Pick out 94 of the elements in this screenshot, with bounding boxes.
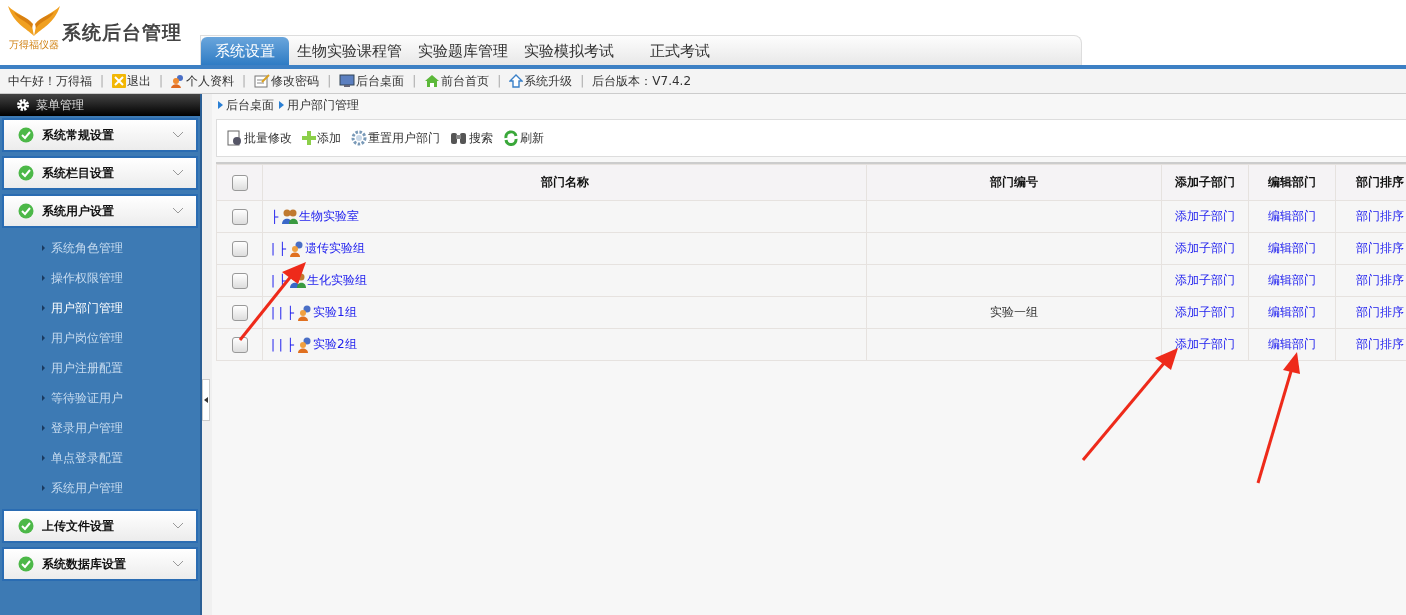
sidebar-title: 菜单管理 [36,96,84,114]
menu-group[interactable]: 系统栏目设置 [2,156,198,190]
separator: | [100,74,105,88]
action-button[interactable]: 批量修改 [227,129,292,147]
toolbar-link[interactable]: 后台桌面 [339,72,405,90]
refresh-icon [503,130,519,146]
breadcrumb-link[interactable]: 后台桌面 [226,96,274,114]
action-button[interactable]: 刷新 [503,129,544,147]
department-link[interactable]: 遗传实验组 [305,241,366,255]
separator: | [327,74,332,88]
plus-icon [302,131,316,145]
department-link[interactable]: 生物实验室 [299,209,360,223]
triangle-icon [279,101,284,109]
bullet-icon [42,305,45,311]
bullet-icon [42,425,45,431]
menu-group[interactable]: 上传文件设置 [2,509,198,543]
person-icon [171,74,186,88]
chevron-down-icon [172,560,184,568]
chevron-down-icon [172,131,184,139]
menu-group[interactable]: 系统常规设置 [2,118,198,152]
toolbar-link[interactable]: 前台首页 [424,72,490,90]
nav-tab[interactable]: 实验题库管理 [410,37,516,65]
separator: | [497,74,502,88]
check-icon [18,203,34,219]
check-icon [18,127,34,143]
menu-group[interactable]: 系统用户设置 [2,194,198,228]
chevron-down-icon [172,207,184,215]
row-checkbox[interactable] [231,240,248,257]
check-icon [18,556,34,572]
separator: | [580,74,585,88]
tree-guide: | | ├ [271,337,294,352]
separator: | [242,74,247,88]
notepad-icon [254,74,271,88]
nav-tab[interactable]: 实验模拟考试 [516,37,622,65]
bullet-icon [42,365,45,371]
bullet-icon [42,275,45,281]
form-icon [227,130,243,146]
column-header: 部门编号 [866,164,1162,201]
person-icon [296,304,313,321]
row-checkbox[interactable] [231,272,248,289]
gear-icon [351,130,367,146]
column-header: 部门名称 [262,164,867,201]
menu-group[interactable]: 系统数据库设置 [2,547,198,581]
nav-tab[interactable]: 生物实验课程管 [289,37,410,65]
toolbar-link[interactable]: 个人资料 [171,72,235,90]
toolbar-link[interactable]: 系统升级 [509,72,573,90]
row-checkbox[interactable] [231,208,248,225]
action-button[interactable]: 添加 [302,129,341,147]
gear-icon [16,98,30,112]
toolbar-text: 后台版本：V7.4.2 [592,72,692,90]
department-link[interactable]: 生化实验组 [307,273,368,287]
check-icon [18,518,34,534]
chevron-down-icon [172,169,184,177]
chevron-down-icon [172,522,184,530]
department-link[interactable]: 实验2组 [312,337,357,351]
column-header: 部门排序 [1335,164,1406,201]
toolbar-text: 中午好！万得福 [8,72,92,90]
table-cell: 实验一组 [990,305,1038,319]
action-button[interactable]: 重置用户部门 [351,129,440,147]
separator: | [159,74,164,88]
department-link[interactable]: 实验1组 [312,305,357,319]
left-caret-icon [204,397,208,403]
tree-guide: | | ├ [271,305,294,320]
select-all-checkbox[interactable] [231,174,248,191]
home-icon [424,74,441,88]
monitor-icon [339,74,356,88]
people-icon [281,208,300,225]
tree-guide: | ├ [271,241,287,256]
person-icon [296,336,313,353]
bullet-icon [42,455,45,461]
tree-guide: ├ [271,209,279,224]
row-checkbox[interactable] [231,304,248,321]
close-icon [112,74,127,88]
collapse-handle[interactable] [202,379,210,421]
column-header: 编辑部门 [1248,164,1336,201]
row-checkbox[interactable] [231,336,248,353]
bullet-icon [42,485,45,491]
bullet-icon [42,245,45,251]
separator: | [412,74,417,88]
bullet-icon [42,395,45,401]
triangle-icon [218,101,223,109]
action-button[interactable]: 搜索 [450,129,493,147]
breadcrumb-link[interactable]: 用户部门管理 [287,96,359,114]
nav-tab[interactable]: 正式考试 [642,37,718,65]
binoculars-icon [450,131,468,145]
app-title: 系统后台管理 [62,20,182,45]
logo-text: 万得福仪器 [9,38,59,52]
column-header: 添加子部门 [1161,164,1249,201]
bullet-icon [42,335,45,341]
menu-item[interactable]: 用户部门管理 [0,293,200,323]
check-icon [18,165,34,181]
toolbar-link[interactable]: 退出 [112,72,152,90]
toolbar-link[interactable]: 修改密码 [254,72,320,90]
up-arrow-icon [509,74,524,88]
